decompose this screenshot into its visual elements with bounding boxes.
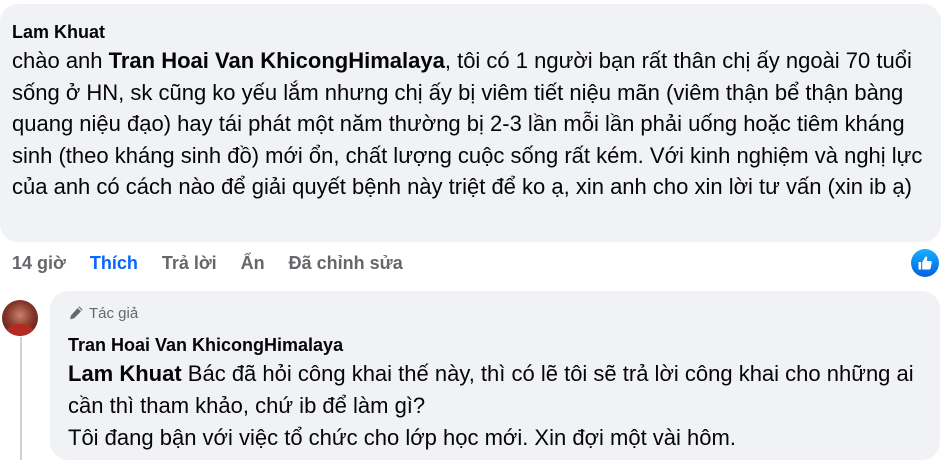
timestamp-link[interactable]: 14 giờ bbox=[12, 253, 66, 274]
author-badge: Tác giả bbox=[68, 303, 922, 323]
hide-button[interactable]: Ẩn bbox=[241, 253, 265, 274]
avatar[interactable] bbox=[2, 300, 38, 336]
edited-label[interactable]: Đã chỉnh sửa bbox=[289, 253, 403, 274]
comment-author[interactable]: Lam Khuat bbox=[12, 20, 929, 44]
like-reaction-badge[interactable] bbox=[910, 248, 940, 278]
comment-actions: 14 giờ Thích Trả lời Ẩn Đã chỉnh sửa bbox=[12, 250, 427, 276]
avatar-shirt bbox=[6, 324, 34, 336]
author-badge-label: Tác giả bbox=[89, 304, 139, 322]
reply-bubble: Tác giả Tran Hoai Van KhicongHimalaya La… bbox=[50, 291, 940, 460]
thumbs-up-icon bbox=[911, 249, 939, 277]
pencil-icon bbox=[70, 306, 83, 320]
reply-body: Bác đã hỏi công khai thế này, thì có lẽ … bbox=[68, 361, 914, 418]
thread-line bbox=[20, 337, 22, 460]
reply-mention[interactable]: Lam Khuat bbox=[68, 361, 182, 386]
reply-button[interactable]: Trả lời bbox=[162, 253, 217, 274]
reply-text-line2: Tôi đang bận với việc tổ chức cho lớp họ… bbox=[68, 425, 736, 450]
reply-text: Lam Khuat Bác đã hỏi công khai thế này, … bbox=[68, 358, 922, 421]
comment-prefix: chào anh bbox=[12, 48, 109, 73]
like-button[interactable]: Thích bbox=[90, 253, 138, 274]
comment-text: chào anh Tran Hoai Van KhicongHimalaya, … bbox=[12, 45, 929, 203]
reply-author[interactable]: Tran Hoai Van KhicongHimalaya bbox=[68, 333, 922, 357]
comment-bubble: Lam Khuat chào anh Tran Hoai Van Khicong… bbox=[0, 4, 941, 242]
mention-link[interactable]: Tran Hoai Van KhicongHimalaya bbox=[109, 48, 445, 73]
